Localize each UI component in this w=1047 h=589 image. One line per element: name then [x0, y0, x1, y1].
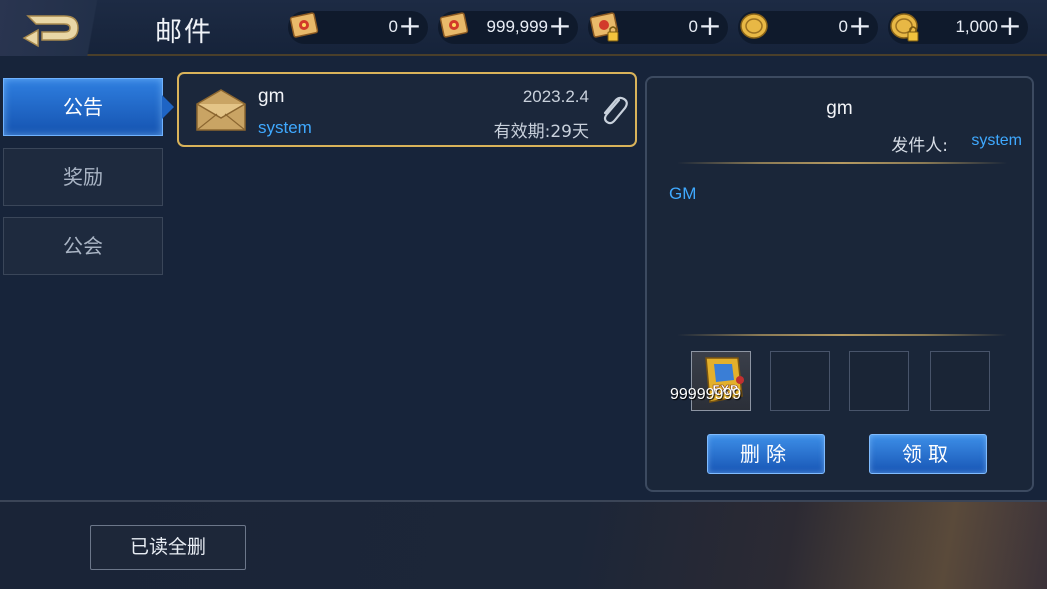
attachment-slot-empty — [770, 351, 830, 411]
attachment-slot-empty — [930, 351, 990, 411]
attachment-slot-empty — [849, 351, 909, 411]
currency-locked-scroll-ticket: 0 + — [588, 11, 728, 44]
top-bar: 邮件 0 + 999,999 + 0 + 0 + 1,000 + — [0, 0, 1047, 56]
paperclip-icon — [603, 96, 628, 125]
tab-announcement[interactable]: 公告 — [3, 78, 174, 136]
divider — [677, 162, 1007, 164]
page-title: 邮件 — [155, 17, 213, 48]
currency-scroll-ticket: 0 + — [288, 11, 428, 44]
currency-value: 0 — [838, 17, 848, 36]
back-arrow-icon — [22, 15, 79, 48]
add-currency-button[interactable]: + — [546, 12, 574, 42]
delete-button[interactable]: 删除 — [707, 434, 825, 474]
back-button[interactable] — [0, 0, 128, 56]
tab-rewards[interactable]: 奖励 — [3, 148, 163, 206]
mail-sender: system — [258, 118, 312, 137]
attachment-quantity: 99999999 — [670, 386, 742, 403]
currency-value: 1,000 — [955, 17, 998, 36]
add-currency-button[interactable]: + — [996, 12, 1024, 42]
sender-label: 发件人: — [891, 136, 948, 156]
mail-title: gm — [258, 86, 285, 107]
mail-list-item[interactable]: gm system 2023.2.4 有效期:29天 — [177, 72, 637, 147]
mail-date: 2023.2.4 — [522, 87, 589, 106]
detail-sender: system — [971, 132, 1022, 149]
delete-all-read-button[interactable]: 已读全删 — [90, 525, 246, 570]
detail-title: gm — [826, 98, 853, 119]
currency-value: 0 — [688, 17, 698, 36]
mail-detail-panel: gm 发件人: system GM EXP 99999999 删除 领取 — [645, 76, 1034, 492]
currency-gold-coin: 0 + — [738, 11, 878, 44]
currency-value: 0 — [388, 17, 398, 36]
divider — [677, 334, 1007, 336]
envelope-icon — [196, 89, 246, 131]
add-currency-button[interactable]: + — [846, 12, 874, 42]
currency-value: 999,999 — [486, 17, 548, 36]
add-currency-button[interactable]: + — [396, 12, 424, 42]
currency-scroll-ticket-2: 999,999 + — [438, 11, 578, 44]
tab-guild[interactable]: 公会 — [3, 217, 163, 275]
mail-body: GM — [669, 184, 697, 203]
claim-button[interactable]: 领取 — [869, 434, 987, 474]
bottom-bar: 已读全删 — [0, 500, 1047, 589]
mail-expiry: 有效期:29天 — [493, 122, 589, 142]
currency-locked-gold-coin: 1,000 + — [888, 11, 1028, 44]
add-currency-button[interactable]: + — [696, 12, 724, 42]
